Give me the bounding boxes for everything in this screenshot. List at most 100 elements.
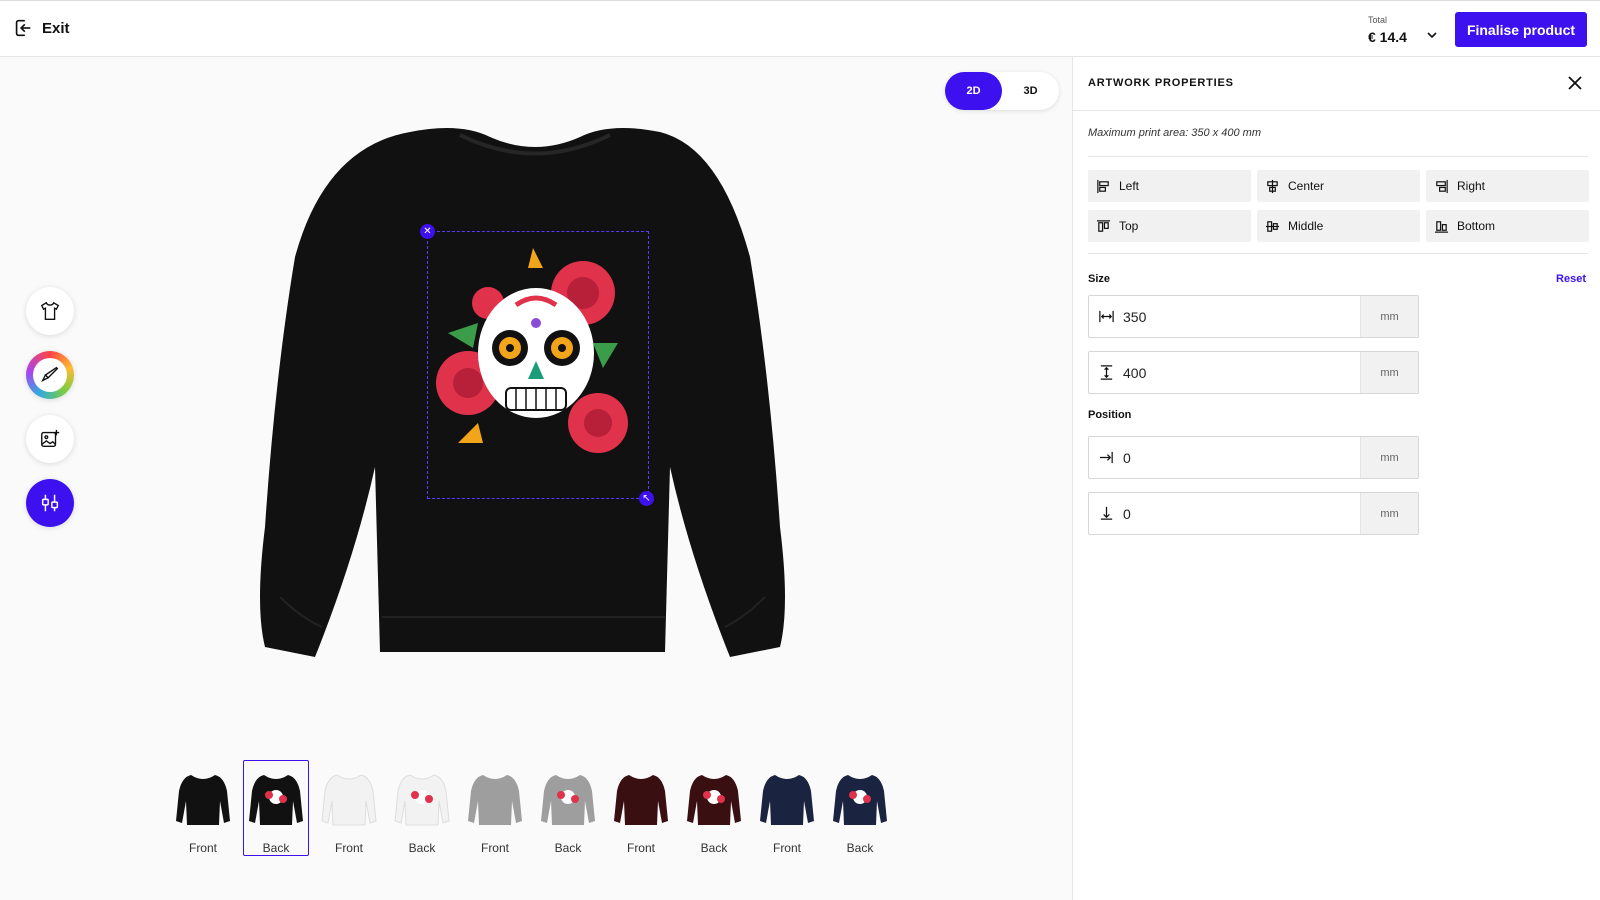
height-unit: mm (1360, 352, 1418, 393)
total-label: Total (1368, 15, 1388, 25)
adjust-icon (41, 494, 59, 512)
variant-thumbnail[interactable]: Back (243, 760, 309, 856)
tshirt-icon (40, 301, 60, 320)
position-y-unit: mm (1360, 493, 1418, 534)
sweatshirt-thumbnail-icon (687, 775, 741, 825)
sweatshirt-thumbnail-icon (833, 775, 887, 825)
height-input[interactable] (1123, 352, 1360, 393)
color-tool-button[interactable] (26, 351, 74, 399)
close-icon[interactable] (1566, 74, 1584, 92)
width-icon-wrap (1089, 296, 1123, 337)
artwork-properties-panel: ARTWORK PROPERTIES Maximum print area: 3… (1072, 57, 1600, 900)
chevron-down-icon (1427, 32, 1437, 39)
align-right-label: Right (1457, 179, 1486, 193)
variant-thumbnail[interactable]: Front (608, 760, 674, 856)
sweatshirt-thumbnail-icon (614, 775, 668, 825)
add-image-tool-button[interactable] (26, 415, 74, 463)
variant-thumbnail-label: Back (262, 841, 290, 855)
width-input[interactable] (1123, 296, 1360, 337)
variant-thumbnail[interactable]: Back (681, 760, 747, 856)
variant-thumbnail-label: Back (408, 841, 436, 855)
align-bottom-button[interactable]: Bottom (1426, 210, 1589, 242)
align-center-button[interactable]: Center (1257, 170, 1420, 202)
resize-artwork-handle[interactable]: ↖ (639, 491, 654, 506)
view-mode-toggle: 2D 3D (945, 72, 1059, 110)
view-2d-option[interactable]: 2D (945, 72, 1002, 110)
height-field: mm (1088, 351, 1419, 394)
position-y-input[interactable] (1123, 493, 1360, 534)
sweatshirt-thumbnail-icon (321, 774, 377, 826)
align-center-icon (1267, 179, 1278, 193)
width-unit: mm (1360, 296, 1418, 337)
top-bar: Exit Total € 14.4 Finalise product (0, 0, 1600, 57)
variant-thumbnail[interactable]: Front (316, 760, 382, 856)
product-tool-button[interactable] (26, 287, 74, 335)
position-x-input[interactable] (1123, 437, 1360, 478)
align-center-label: Center (1288, 179, 1325, 193)
height-arrows-icon (1100, 365, 1112, 380)
variant-thumbnail-strip: Front Back Front Back Front Back Front Back Fron… (170, 760, 893, 856)
print-area-bounding-box[interactable] (427, 231, 649, 499)
align-top-icon (1096, 219, 1111, 232)
align-right-button[interactable]: Right (1426, 170, 1589, 202)
image-add-icon (41, 429, 60, 448)
align-bottom-label: Bottom (1457, 219, 1496, 233)
align-right-icon (1436, 179, 1448, 193)
position-x-field: mm (1088, 436, 1419, 479)
brush-icon (41, 366, 59, 383)
position-y-icon-wrap (1089, 493, 1123, 534)
variant-thumbnail[interactable]: Back (535, 760, 601, 856)
view-3d-option[interactable]: 3D (1002, 72, 1059, 110)
variant-thumbnail-label: Front (626, 841, 655, 855)
panel-header: ARTWORK PROPERTIES (1073, 57, 1600, 111)
height-icon-wrap (1089, 352, 1123, 393)
arrow-right-to-line-icon (1099, 451, 1113, 464)
sweatshirt-thumbnail-icon (760, 775, 814, 825)
reset-button[interactable]: Reset (1556, 273, 1586, 285)
align-top-label: Top (1119, 219, 1139, 233)
align-top-button[interactable]: Top (1088, 210, 1251, 242)
max-print-area-note: Maximum print area: 350 x 400 mm (1088, 127, 1262, 139)
variant-thumbnail-label: Front (188, 841, 217, 855)
exit-label: Exit (42, 19, 70, 37)
variant-thumbnail[interactable]: Back (389, 760, 455, 856)
total-value: € 14.4 (1368, 29, 1407, 45)
variant-thumbnail[interactable]: Front (170, 760, 236, 856)
divider (1088, 156, 1588, 157)
align-middle-button[interactable]: Middle (1257, 210, 1420, 242)
sweatshirt-thumbnail-icon (541, 775, 595, 825)
variant-thumbnail-label: Front (334, 841, 363, 855)
design-canvas: 2D 3D ✕ ↖ Front Back Front Back Front Ba… (0, 57, 1072, 900)
width-arrows-icon (1098, 310, 1114, 323)
variant-thumbnail-label: Back (846, 841, 874, 855)
align-left-button[interactable]: Left (1088, 170, 1251, 202)
sweatshirt-thumbnail-icon (394, 774, 450, 826)
position-x-unit: mm (1360, 437, 1418, 478)
width-field: mm (1088, 295, 1419, 338)
variant-thumbnail-label: Front (480, 841, 509, 855)
color-tool-inner (33, 358, 67, 392)
arrow-down-to-line-icon (1100, 506, 1112, 520)
exit-button[interactable]: Exit (12, 17, 70, 39)
position-x-icon-wrap (1089, 437, 1123, 478)
variant-thumbnail-label: Front (772, 841, 801, 855)
total-price-dropdown[interactable]: Total € 14.4 (1360, 11, 1440, 47)
delete-artwork-handle[interactable]: ✕ (420, 224, 435, 239)
variant-thumbnail[interactable]: Front (754, 760, 820, 856)
align-left-icon (1097, 179, 1109, 193)
align-left-label: Left (1119, 179, 1140, 193)
position-section-label: Position (1088, 409, 1132, 421)
adjust-tool-button[interactable] (26, 479, 74, 527)
size-section-label: Size (1088, 273, 1111, 285)
sweatshirt-thumbnail-icon (176, 775, 230, 825)
finalise-product-button[interactable]: Finalise product (1455, 12, 1587, 47)
exit-icon (15, 19, 31, 37)
variant-thumbnail[interactable]: Back (827, 760, 893, 856)
position-y-field: mm (1088, 492, 1419, 535)
sweatshirt-thumbnail-icon (468, 775, 522, 825)
tool-rail (26, 287, 74, 527)
variant-thumbnail-label: Back (700, 841, 728, 855)
alignment-buttons: Left Center Right Top Middle Bottom (1088, 170, 1589, 242)
variant-thumbnail[interactable]: Front (462, 760, 528, 856)
align-middle-icon (1265, 220, 1280, 232)
